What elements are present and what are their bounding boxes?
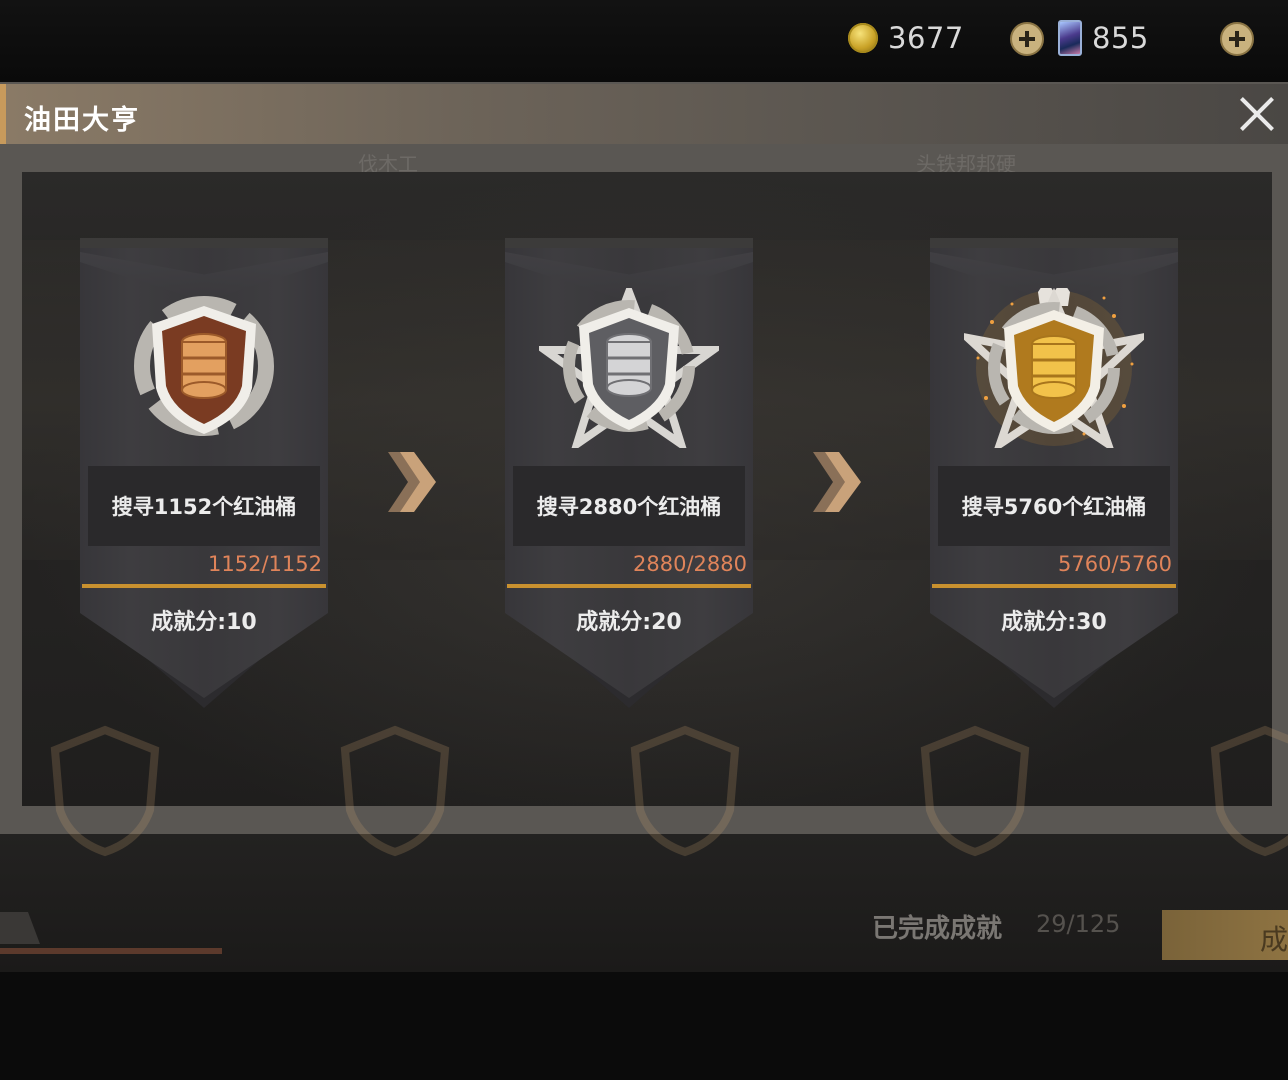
gold-amount: 3677 (888, 21, 964, 55)
background-badge-icon (1210, 725, 1288, 857)
achievement-progress: 2880/2880 (633, 552, 747, 576)
achievement-action-button[interactable]: 成 (1162, 910, 1288, 960)
achievement-score: 成就分:30 (1001, 610, 1107, 635)
achievement-description-box: 搜寻2880个红油桶 (513, 466, 745, 546)
achievement-progress: 5760/5760 (1058, 552, 1172, 576)
bottom-letterbox (0, 972, 1288, 1080)
add-card-plus-icon[interactable] (1220, 22, 1254, 56)
card-icon (1058, 20, 1082, 56)
achievement-tier-bronze: 搜寻1152个红油桶 1152/1152 成就分:10 (80, 238, 328, 708)
achievement-score: 成就分:20 (576, 610, 682, 635)
achievement-tier-gold: 搜寻5760个红油桶 5760/5760 成就分:30 (930, 238, 1178, 708)
achievement-description-box: 搜寻1152个红油桶 (88, 466, 320, 546)
completed-achievements-count: 29/125 (1036, 910, 1121, 938)
progress-bar (507, 584, 751, 588)
achievement-description: 搜寻2880个红油桶 (536, 495, 722, 519)
close-icon[interactable] (1238, 95, 1276, 133)
progress-bar (932, 584, 1176, 588)
side-progress-line (0, 948, 222, 954)
double-chevron-right-icon (388, 452, 436, 512)
silver-oil-barrel-badge-icon (539, 288, 719, 448)
achievement-action-button-label: 成 (1259, 923, 1288, 956)
double-chevron-right-icon (813, 452, 861, 512)
card-amount: 855 (1092, 21, 1149, 55)
card-currency: 855 (1058, 18, 1149, 58)
completed-achievements-label: 已完成成就 (872, 914, 1003, 944)
gold-coin-icon (848, 23, 878, 53)
gold-oil-barrel-badge-icon (964, 288, 1144, 448)
achievement-description-box: 搜寻5760个红油桶 (938, 466, 1170, 546)
gold-currency: 3677 (848, 18, 964, 58)
background-badge-icon (630, 725, 740, 857)
achievement-description: 搜寻1152个红油桶 (111, 495, 297, 519)
background-badge-icon (340, 725, 450, 857)
bronze-oil-barrel-badge-icon (134, 296, 274, 436)
achievement-score: 成就分:10 (151, 610, 257, 635)
progress-bar (82, 584, 326, 588)
background-badge-icon (50, 725, 160, 857)
background-badge-icon (920, 725, 1030, 857)
achievement-progress: 1152/1152 (208, 552, 322, 576)
dialog-title: 油田大亨 (24, 105, 140, 136)
achievement-description: 搜寻5760个红油桶 (961, 495, 1147, 519)
add-gold-plus-icon[interactable] (1010, 22, 1044, 56)
achievement-tier-silver: 搜寻2880个红油桶 2880/2880 成就分:20 (505, 238, 753, 708)
dialog-titlebar: 油田大亨 (0, 84, 1288, 144)
